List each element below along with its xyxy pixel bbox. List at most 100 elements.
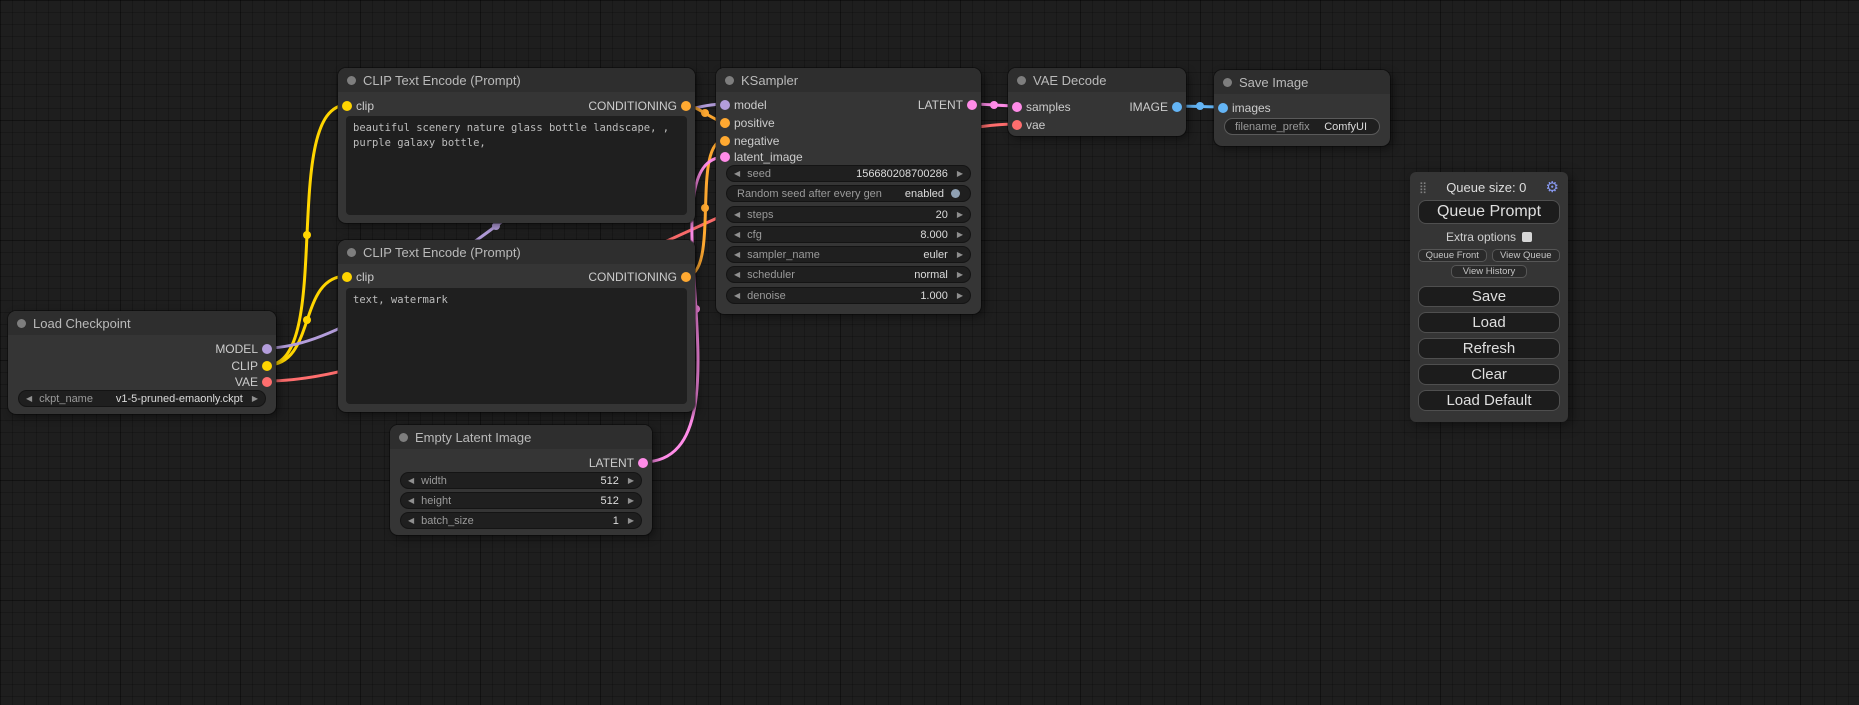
decrement-icon[interactable]: ◀ [401,476,421,485]
decrement-icon[interactable]: ◀ [727,291,747,300]
view-queue-button[interactable]: View Queue [1492,249,1561,262]
view-history-button[interactable]: View History [1451,265,1527,278]
cfg-widget[interactable]: ◀ cfg 8.000 ▶ [726,226,971,243]
random-seed-toggle-widget[interactable]: Random seed after every gen enabled [726,185,971,202]
node-ksampler[interactable]: KSampler model LATENT positive negative … [716,68,981,314]
decrement-icon[interactable]: ◀ [727,230,747,239]
output-slot-clip: CLIP [231,358,276,373]
node-title-bar[interactable]: CLIP Text Encode (Prompt) [338,240,695,264]
decrement-icon[interactable]: ◀ [727,270,747,279]
input-dot-positive[interactable] [720,118,730,128]
widget-value: normal [914,269,950,281]
increment-icon[interactable]: ▶ [621,476,641,485]
steps-widget[interactable]: ◀ steps 20 ▶ [726,206,971,223]
width-widget[interactable]: ◀ width 512 ▶ [400,472,642,489]
increment-icon[interactable]: ▶ [950,210,970,219]
input-dot-model[interactable] [720,100,730,110]
collapse-toggle-icon[interactable] [725,76,734,85]
decrement-icon[interactable]: ◀ [727,169,747,178]
collapse-toggle-icon[interactable] [347,248,356,257]
input-dot-latent-image[interactable] [720,152,730,162]
input-dot-negative[interactable] [720,136,730,146]
node-title-bar[interactable]: KSampler [716,68,981,92]
widget-value: 156680208700286 [856,168,950,180]
node-title: KSampler [741,73,798,88]
load-default-button[interactable]: Load Default [1418,390,1560,411]
increment-icon[interactable]: ▶ [950,250,970,259]
node-title-bar[interactable]: Empty Latent Image [390,425,652,449]
drag-handle-icon[interactable]: ⣿ [1419,181,1427,194]
increment-icon[interactable]: ▶ [621,496,641,505]
increment-icon[interactable]: ▶ [950,291,970,300]
save-button[interactable]: Save [1418,286,1560,307]
decrement-icon[interactable]: ◀ [727,210,747,219]
input-label-positive: positive [734,116,775,130]
node-save-image[interactable]: Save Image images filename_prefix ComfyU… [1214,70,1390,146]
output-slot-latent: LATENT [589,455,652,470]
decrement-icon[interactable]: ◀ [401,516,421,525]
seed-widget[interactable]: ◀ seed 156680208700286 ▶ [726,165,971,182]
output-dot-image[interactable] [1172,102,1182,112]
collapse-toggle-icon[interactable] [1223,78,1232,87]
toggle-icon[interactable] [951,189,960,198]
node-clip-text-encode-positive[interactable]: CLIP Text Encode (Prompt) clip CONDITION… [338,68,695,223]
output-dot-model[interactable] [262,344,272,354]
increment-icon[interactable]: ▶ [950,169,970,178]
extra-options-row: Extra options [1410,230,1568,244]
decrement-icon[interactable]: ◀ [727,250,747,259]
increment-icon[interactable]: ▶ [950,230,970,239]
output-dot-vae[interactable] [262,377,272,387]
batch-size-widget[interactable]: ◀ batch_size 1 ▶ [400,512,642,529]
node-title-bar[interactable]: Save Image [1214,70,1390,94]
increment-icon[interactable]: ▶ [621,516,641,525]
queue-front-button[interactable]: Queue Front [1418,249,1487,262]
node-empty-latent-image[interactable]: Empty Latent Image LATENT ◀ width 512 ▶ … [390,425,652,535]
increment-icon[interactable]: ▶ [245,394,265,403]
height-widget[interactable]: ◀ height 512 ▶ [400,492,642,509]
scheduler-widget[interactable]: ◀ scheduler normal ▶ [726,266,971,283]
input-label-images: images [1232,101,1271,115]
output-dot-clip[interactable] [262,361,272,371]
node-clip-text-encode-negative[interactable]: CLIP Text Encode (Prompt) clip CONDITION… [338,240,695,412]
sampler-name-widget[interactable]: ◀ sampler_name euler ▶ [726,246,971,263]
widget-value: 512 [600,475,620,487]
input-dot-samples[interactable] [1012,102,1022,112]
node-graph-canvas[interactable]: Load Checkpoint MODEL CLIP VAE ◀ ckpt_na… [0,0,1859,705]
input-dot-clip[interactable] [342,101,352,111]
node-title-bar[interactable]: Load Checkpoint [8,311,276,335]
clear-button[interactable]: Clear [1418,364,1560,385]
input-label-model: model [734,98,767,112]
refresh-button[interactable]: Refresh [1418,338,1560,359]
input-dot-vae[interactable] [1012,120,1022,130]
queue-prompt-button[interactable]: Queue Prompt [1418,200,1560,224]
output-label-latent: LATENT [918,98,963,112]
widget-label: filename_prefix [1235,121,1310,133]
extra-options-checkbox[interactable] [1522,232,1532,242]
settings-gear-icon[interactable]: ⚙ [1546,180,1559,195]
negative-prompt-textarea[interactable]: text, watermark [346,288,687,404]
denoise-widget[interactable]: ◀ denoise 1.000 ▶ [726,287,971,304]
input-dot-images[interactable] [1218,103,1228,113]
output-dot-latent[interactable] [638,458,648,468]
decrement-icon[interactable]: ◀ [19,394,39,403]
input-dot-clip[interactable] [342,272,352,282]
load-button[interactable]: Load [1418,312,1560,333]
collapse-toggle-icon[interactable] [399,433,408,442]
output-dot-conditioning[interactable] [681,272,691,282]
collapse-toggle-icon[interactable] [1017,76,1026,85]
node-title-bar[interactable]: CLIP Text Encode (Prompt) [338,68,695,92]
input-slot-images: images [1214,100,1271,115]
output-dot-conditioning[interactable] [681,101,691,111]
ckpt-name-widget[interactable]: ◀ ckpt_name v1-5-pruned-emaonly.ckpt ▶ [18,390,266,407]
increment-icon[interactable]: ▶ [950,270,970,279]
collapse-toggle-icon[interactable] [17,319,26,328]
widget-label: sampler_name [747,249,820,261]
decrement-icon[interactable]: ◀ [401,496,421,505]
node-load-checkpoint[interactable]: Load Checkpoint MODEL CLIP VAE ◀ ckpt_na… [8,311,276,414]
node-vae-decode[interactable]: VAE Decode samples IMAGE vae [1008,68,1186,136]
filename-prefix-widget[interactable]: filename_prefix ComfyUI [1224,118,1380,135]
output-dot-latent[interactable] [967,100,977,110]
node-title-bar[interactable]: VAE Decode [1008,68,1186,92]
positive-prompt-textarea[interactable]: beautiful scenery nature glass bottle la… [346,116,687,215]
collapse-toggle-icon[interactable] [347,76,356,85]
